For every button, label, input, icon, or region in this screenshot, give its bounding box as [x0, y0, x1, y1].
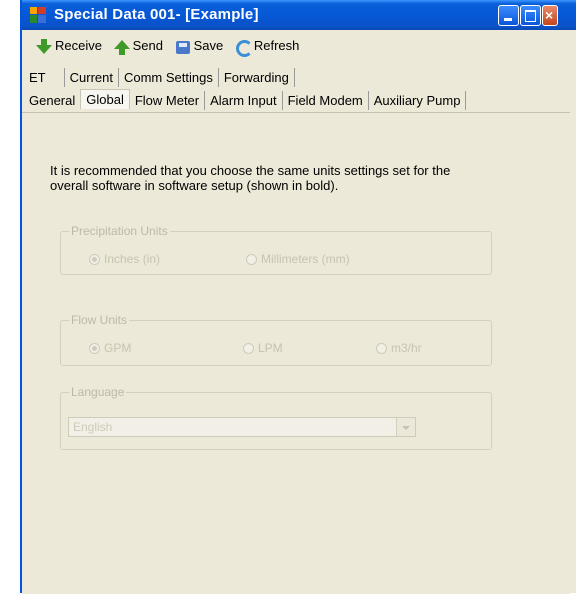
language-select[interactable]: English — [68, 417, 416, 437]
radio-dot — [246, 254, 257, 266]
tab-auxiliary-pump[interactable]: Auxiliary Pump — [369, 91, 467, 110]
receive-button[interactable]: Receive — [36, 38, 102, 55]
chevron-down-icon[interactable] — [396, 418, 415, 436]
radio-inches[interactable]: Inches (in) — [89, 252, 160, 266]
language-group: Language English — [60, 385, 492, 450]
save-disk-icon — [175, 39, 191, 55]
save-button[interactable]: Save — [175, 38, 223, 55]
radio-dot — [89, 343, 100, 355]
precipitation-units-group: Precipitation Units Inches (in) Millimet… — [60, 224, 492, 275]
tab-flow-meter[interactable]: Flow Meter — [130, 91, 206, 110]
flow-units-group: Flow Units GPM LPM m3/hr — [60, 313, 492, 366]
refresh-button[interactable]: Refresh — [235, 38, 299, 57]
language-value: English — [73, 420, 113, 434]
tab-current[interactable]: Current — [65, 68, 119, 87]
language-legend: Language — [69, 385, 127, 399]
tab-alarm-input[interactable]: Alarm Input — [205, 91, 283, 110]
minimize-button[interactable] — [498, 5, 519, 26]
radio-dot — [376, 343, 387, 355]
radio-m3hr[interactable]: m3/hr — [376, 341, 422, 355]
receive-arrow-icon — [36, 38, 52, 55]
radio-millimeters[interactable]: Millimeters (mm) — [246, 252, 350, 266]
tab-row-1: ET Current Comm Settings Forwarding — [24, 68, 295, 88]
precipitation-units-legend: Precipitation Units — [69, 224, 170, 238]
tab-global[interactable]: Global — [80, 89, 130, 109]
send-button[interactable]: Send — [113, 38, 163, 55]
app-window: Special Data 001- [Example] × Receive Se… — [20, 0, 576, 594]
units-note: It is recommended that you choose the sa… — [50, 163, 451, 193]
app-icon — [30, 7, 46, 23]
send-arrow-icon — [113, 39, 130, 55]
tab-et[interactable]: ET — [24, 68, 65, 87]
radio-lpm[interactable]: LPM — [243, 341, 283, 355]
tab-general[interactable]: General — [24, 91, 80, 110]
refresh-icon — [235, 39, 253, 57]
close-icon: × — [545, 7, 554, 23]
flow-units-legend: Flow Units — [69, 313, 130, 327]
toolbar: Receive Send Save Refresh — [36, 38, 307, 60]
radio-dot — [243, 343, 254, 355]
tab-field-modem[interactable]: Field Modem — [283, 91, 369, 110]
tab-comm-settings[interactable]: Comm Settings — [119, 68, 219, 87]
close-button[interactable]: × — [542, 5, 558, 26]
radio-dot — [89, 254, 100, 266]
tab-row-2: General Global Flow Meter Alarm Input Field … — [24, 89, 467, 110]
tab-forwarding[interactable]: Forwarding — [219, 68, 295, 87]
radio-gpm[interactable]: GPM — [89, 341, 131, 355]
title-bar[interactable]: Special Data 001- [Example] × — [22, 0, 576, 30]
global-panel: It is recommended that you choose the sa… — [22, 112, 570, 594]
maximize-button[interactable] — [520, 5, 541, 26]
window-title: Special Data 001- [Example] — [54, 6, 259, 23]
